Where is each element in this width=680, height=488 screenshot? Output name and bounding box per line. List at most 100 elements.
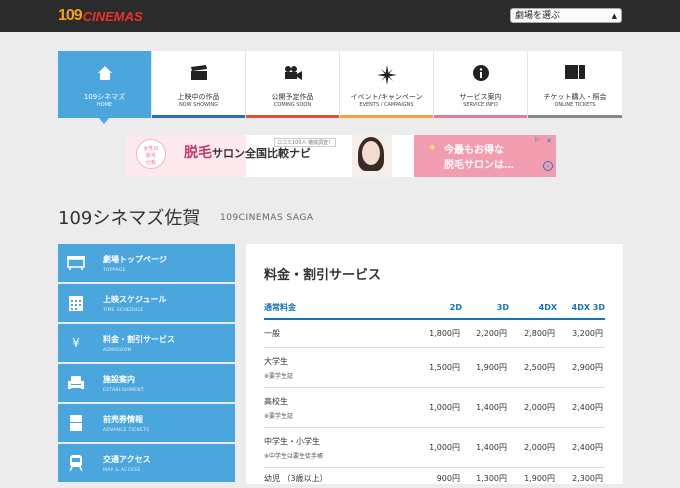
price-cell: 2,400円 (557, 428, 605, 468)
nav-home[interactable]: 109シネマズ HOME (58, 51, 152, 118)
category-label: 大学生 (264, 357, 288, 366)
price-cell: 1,800円 (414, 319, 462, 348)
nav-events[interactable]: イベント/キャンペーン EVENTS / CAMPAIGNS (340, 51, 434, 118)
column-header: 3D (462, 296, 509, 319)
price-cell: 1,500円 (414, 348, 462, 388)
sidebar-label: 劇場トップページ (103, 254, 167, 265)
nav-sublabel: ONLINE TICKETS (528, 102, 622, 108)
logo-text: CINEMAS (83, 9, 143, 24)
sidebar-sublabel: ESTABLISHMENT (103, 388, 144, 393)
ad-next-icon[interactable]: › (543, 161, 553, 171)
ad-right-line1: 今最もお得な (444, 141, 504, 156)
seat-icon (66, 373, 86, 393)
price-cell: 1,000円 (414, 428, 462, 468)
table-row: 大学生※要学生証 1,500円 1,900円 2,500円 2,900円 (264, 348, 605, 388)
category-note: ※要学生証 (264, 371, 414, 380)
section-title: 料金・割引サービス (264, 264, 381, 283)
nav-accent-bar (152, 115, 245, 118)
nav-label: 109シネマズ (58, 92, 151, 102)
home-icon (58, 65, 151, 83)
theater-icon (66, 253, 86, 273)
price-cell: 2,000円 (509, 428, 557, 468)
sparkle-icon: ✦ (428, 143, 436, 154)
category-label: 中学生・小学生 (264, 437, 320, 446)
sidebar-sublabel: MAP & ACCESS (103, 468, 140, 473)
price-cell: 2,400円 (557, 388, 605, 428)
sidebar-item-establishment[interactable]: 施設案内 ESTABLISHMENT (58, 364, 235, 402)
nav-accent-bar (434, 115, 527, 118)
sidebar-sublabel: ADMISSION (103, 348, 131, 353)
nav-sublabel: COMING SOON (246, 102, 339, 108)
sidebar-label: 上映スケジュール (103, 294, 166, 305)
sidebar-item-toppage[interactable]: 劇場トップページ TOPPAGE (58, 244, 235, 282)
category-note: ※中学生は要生徒手帳 (264, 451, 414, 460)
sidebar-item-access[interactable]: 交通アクセス MAP & ACCESS (58, 444, 235, 482)
info-icon (434, 65, 527, 83)
price-cell: 1,900円 (462, 348, 509, 388)
ad-info-icon[interactable]: ▷ (535, 136, 543, 144)
page-title: 109シネマズ佐賀 (58, 204, 200, 230)
table-row: 中学生・小学生 ※中学生は要生徒手帳 1,000円 1,400円 2,000円 2… (264, 428, 605, 468)
ad-banner[interactable]: 女性の脱毛比較 ロコミ100人 徹底調査！ 脱毛サロン全国比較ナビ ✦ 今最もお… (126, 135, 556, 177)
nav-accent-bar (340, 115, 433, 118)
column-header: 4DX (509, 296, 557, 319)
nav-sublabel: EVENTS / CAMPAIGNS (340, 102, 433, 108)
row-category: 大学生 ※要学生証 (264, 348, 414, 388)
table-row: 幼児 （3歳以上） 900円 1,300円 1,900円 2,300円 (264, 468, 605, 488)
nav-coming-soon[interactable]: 公開予定作品 COMING SOON (246, 51, 340, 118)
price-cell: 2,500円 (509, 348, 557, 388)
sidebar-label: 施設案内 (103, 374, 135, 385)
camera-icon (246, 65, 339, 83)
column-header: 4DX 3D (557, 296, 605, 319)
price-cell: 900円 (414, 468, 462, 488)
ticket-icon (528, 65, 622, 83)
train-icon (66, 453, 86, 473)
price-cell: 2,300円 (557, 468, 605, 488)
ad-headline: 脱毛サロン全国比較ナビ (184, 142, 311, 162)
ad-close-icon[interactable]: ✕ (544, 136, 554, 146)
ad-photo-face (362, 141, 380, 165)
row-category: 中学生・小学生 ※中学生は要生徒手帳 (264, 428, 414, 468)
price-cell: 1,400円 (462, 388, 509, 428)
sidebar-label: 前売券情報 (103, 414, 143, 425)
price-cell: 2,200円 (462, 319, 509, 348)
sidebar-item-schedule[interactable]: 上映スケジュール TIME SCHEDULE (58, 284, 235, 322)
row-category: 高校生※要学生証 (264, 388, 414, 428)
nav-now-showing[interactable]: 上映中の作品 NOW SHOWING (152, 51, 246, 118)
sparkle-icon (340, 65, 433, 83)
content-panel: 料金・割引サービス 通常料金 2D 3D 4DX 4DX 3D 一般 1,800… (246, 244, 623, 484)
ad-badge: 女性の脱毛比較 (136, 139, 166, 169)
price-cell: 2,000円 (509, 388, 557, 428)
price-cell: 1,400円 (462, 428, 509, 468)
nav-sublabel: NOW SHOWING (152, 102, 245, 108)
ad-photo (352, 135, 392, 177)
price-table: 通常料金 2D 3D 4DX 4DX 3D 一般 1,800円 2,200円 2… (264, 296, 605, 488)
site-logo[interactable]: 109 CINEMAS (58, 6, 143, 26)
ticket-icon (66, 413, 86, 433)
ad-headline-rest: サロン全国比較ナビ (212, 147, 311, 160)
theater-select-label: 劇場を選ぶ (515, 11, 560, 21)
price-cell: 2,800円 (509, 319, 557, 348)
yen-icon: ¥ (66, 333, 86, 353)
sidebar-item-admission[interactable]: ¥ 料金・割引サービス ADMISSION (58, 324, 235, 362)
sidebar-sublabel: TIME SCHEDULE (103, 308, 143, 313)
nav-label: イベント/キャンペーン (340, 92, 433, 102)
ad-headline-b: 毛 (198, 145, 212, 161)
nav-accent-bar (528, 115, 622, 118)
nav-service-info[interactable]: サービス案内 SERVICE INFO (434, 51, 528, 118)
sidebar: 劇場トップページ TOPPAGE 上映スケジュール TIME SCHEDULE … (58, 244, 235, 484)
column-header: 通常料金 (264, 296, 414, 319)
column-header: 2D (414, 296, 462, 319)
table-header-row: 通常料金 2D 3D 4DX 4DX 3D (264, 296, 605, 319)
ad-right-panel: ✦ 今最もお得な 脱毛サロンは… ▷ ✕ › (414, 135, 556, 177)
sidebar-item-advance-tickets[interactable]: 前売券情報 ADVANCE TICKETS (58, 404, 235, 442)
ad-right-line2: 脱毛サロンは… (444, 156, 514, 171)
table-row: 一般 1,800円 2,200円 2,800円 3,200円 (264, 319, 605, 348)
row-category: 幼児 （3歳以上） (264, 468, 414, 488)
select-arrows-icon: ▲ (612, 10, 617, 22)
page-subtitle: 109CINEMAS SAGA (220, 213, 314, 223)
category-label: 高校生 (264, 397, 288, 406)
theater-select[interactable]: 劇場を選ぶ ▲ (510, 8, 622, 23)
price-cell: 1,000円 (414, 388, 462, 428)
nav-online-tickets[interactable]: チケット購入・照会 ONLINE TICKETS (528, 51, 622, 118)
